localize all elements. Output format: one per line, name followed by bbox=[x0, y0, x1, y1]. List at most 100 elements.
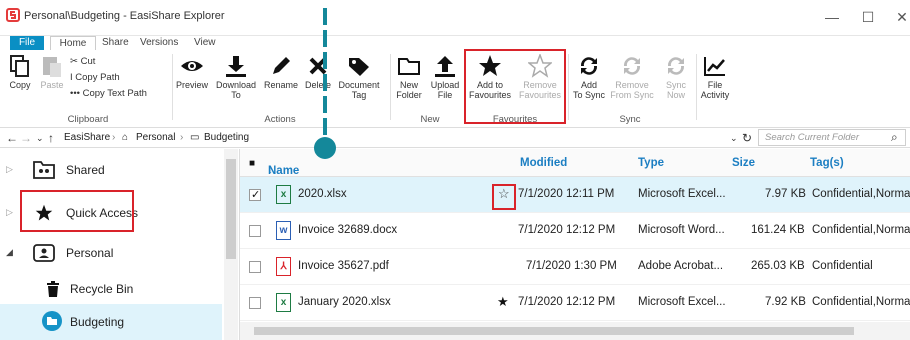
table-row[interactable]: ⅄ Invoice 35627.pdf 7/1/2020 1:30 PM Ado… bbox=[240, 249, 910, 285]
file-name[interactable]: Invoice 32689.docx bbox=[298, 224, 397, 236]
pencil-icon bbox=[273, 57, 290, 74]
download-to-button[interactable]: Download To bbox=[214, 54, 258, 100]
file-size: 7.97 KB bbox=[765, 188, 806, 200]
new-folder-button[interactable]: New Folder bbox=[392, 54, 426, 100]
scrollbar-thumb[interactable] bbox=[226, 159, 236, 259]
search-icon[interactable]: ⌕ bbox=[891, 130, 898, 145]
tab-versions[interactable]: Versions bbox=[140, 36, 178, 50]
breadcrumb-budgeting[interactable]: Budgeting bbox=[204, 132, 249, 143]
tab-file[interactable]: File bbox=[10, 36, 44, 50]
eye-icon bbox=[181, 61, 203, 71]
scrollbar-thumb[interactable] bbox=[254, 327, 854, 335]
row-checkbox[interactable] bbox=[249, 225, 261, 237]
scissors-icon: ✂ bbox=[70, 56, 81, 67]
copy-text-path-button[interactable]: ••• Copy Text Path bbox=[70, 88, 147, 99]
select-all-icon[interactable]: ■ bbox=[249, 158, 255, 169]
file-modified: 7/1/2020 12:12 PM bbox=[518, 296, 616, 308]
file-name[interactable]: January 2020.xlsx bbox=[298, 296, 391, 308]
expand-arrow-icon[interactable]: ▷ bbox=[6, 207, 13, 218]
excel-file-icon: x bbox=[276, 293, 291, 312]
window-title: Personal\Budgeting - EasiShare Explorer bbox=[24, 10, 225, 22]
personal-drive-icon bbox=[33, 244, 55, 262]
breadcrumb-easishare[interactable]: EasiShare bbox=[64, 132, 110, 143]
add-to-sync-button[interactable]: Add To Sync bbox=[570, 54, 608, 100]
file-modified: 7/1/2020 12:12 PM bbox=[518, 224, 616, 236]
word-file-icon: w bbox=[276, 221, 291, 240]
column-type[interactable]: Type bbox=[638, 157, 664, 169]
breadcrumb-separator-icon: › bbox=[180, 132, 184, 143]
breadcrumb-personal[interactable]: Personal bbox=[136, 132, 175, 143]
folder-icon bbox=[398, 58, 420, 75]
tab-home[interactable]: Home bbox=[50, 36, 96, 50]
address-bar: ← → ⌄ ↑ EasiShare › ⌂ Personal › ▭ Budge… bbox=[0, 128, 910, 148]
file-name[interactable]: Invoice 35627.pdf bbox=[298, 260, 389, 272]
ribbon: Copy Paste ✂ Cut I Copy Path ••• Copy Te… bbox=[0, 49, 910, 128]
file-tags: Confidential bbox=[812, 260, 873, 272]
sidebar-item-recycle-bin[interactable]: Recycle Bin bbox=[0, 271, 222, 307]
table-row[interactable]: x 2020.xlsx ☆ 7/1/2020 12:11 PM Microsof… bbox=[240, 177, 910, 213]
row-checkbox[interactable] bbox=[249, 297, 261, 309]
excel-file-icon: x bbox=[276, 185, 291, 204]
minimize-button[interactable]: — bbox=[822, 7, 842, 27]
sidebar-item-shared[interactable]: ▷ Shared bbox=[0, 152, 222, 188]
document-tag-button[interactable]: Document Tag bbox=[338, 54, 380, 100]
address-dropdown-icon[interactable]: ⌄ bbox=[730, 133, 738, 144]
rename-button[interactable]: Rename bbox=[262, 54, 300, 90]
remove-from-sync-button[interactable]: Remove From Sync bbox=[610, 54, 654, 100]
trash-icon bbox=[47, 281, 59, 297]
sidebar-item-personal[interactable]: ◢ Personal bbox=[0, 235, 222, 271]
group-sync: Sync bbox=[619, 114, 641, 125]
table-row[interactable]: x January 2020.xlsx ★ 7/1/2020 12:12 PM … bbox=[240, 285, 910, 321]
paste-icon bbox=[43, 57, 61, 77]
sidebar-item-budgeting[interactable]: Budgeting bbox=[0, 304, 222, 340]
file-tags: Confidential,Normal bbox=[812, 188, 910, 200]
group-actions: Actions bbox=[264, 114, 296, 125]
tab-share[interactable]: Share bbox=[102, 36, 129, 50]
row-checkbox[interactable] bbox=[249, 261, 261, 273]
annotation-dot bbox=[314, 137, 336, 159]
file-size: 161.24 KB bbox=[751, 224, 805, 236]
budgeting-folder-icon bbox=[42, 311, 62, 331]
file-tags: Confidential,Normal bbox=[812, 224, 910, 236]
table-row[interactable]: w Invoice 32689.docx 7/1/2020 12:12 PM M… bbox=[240, 213, 910, 249]
copy-icon bbox=[10, 55, 29, 77]
column-modified[interactable]: Modified bbox=[520, 157, 567, 169]
up-arrow-icon[interactable]: ↑ bbox=[48, 131, 54, 145]
refresh-icon[interactable]: ↻ bbox=[742, 131, 752, 145]
expand-arrow-icon[interactable]: ▷ bbox=[6, 164, 13, 175]
collapse-arrow-icon[interactable]: ◢ bbox=[6, 247, 13, 258]
file-size: 265.03 KB bbox=[751, 260, 805, 272]
file-name[interactable]: 2020.xlsx bbox=[298, 188, 347, 200]
sidebar-scrollbar[interactable] bbox=[224, 149, 238, 340]
close-button[interactable]: ✕ bbox=[892, 7, 910, 27]
search-input[interactable]: Search Current Folder ⌕ bbox=[758, 129, 906, 146]
upload-file-button[interactable]: Upload File bbox=[428, 54, 462, 100]
sync-now-icon bbox=[667, 57, 685, 75]
back-arrow-icon[interactable]: ← bbox=[6, 131, 18, 145]
maximize-button[interactable]: ☐ bbox=[858, 7, 878, 27]
row-checkbox[interactable] bbox=[249, 188, 261, 201]
copy-button[interactable]: Copy bbox=[6, 54, 34, 90]
forward-arrow-icon[interactable]: → bbox=[20, 131, 32, 145]
preview-button[interactable]: Preview bbox=[174, 54, 210, 90]
favourites-highlight-box bbox=[464, 49, 566, 124]
column-size[interactable]: Size bbox=[732, 157, 755, 169]
copy-path-button[interactable]: I Copy Path bbox=[70, 72, 120, 83]
sync-disabled-icon bbox=[623, 57, 641, 75]
cut-button[interactable]: ✂ Cut bbox=[70, 56, 95, 67]
separator bbox=[568, 54, 569, 120]
sync-icon bbox=[580, 57, 598, 75]
column-tags[interactable]: Tag(s) bbox=[810, 157, 844, 169]
sync-now-button[interactable]: Sync Now bbox=[658, 54, 694, 100]
file-activity-button[interactable]: File Activity bbox=[698, 54, 732, 100]
delete-button[interactable]: Delete bbox=[302, 54, 334, 90]
file-list: ■ Name ↓ Modified Type Size Tag(s) x 202… bbox=[240, 149, 910, 340]
separator bbox=[696, 54, 697, 120]
tab-view[interactable]: View bbox=[194, 36, 216, 50]
quick-access-highlight-box bbox=[20, 190, 134, 232]
file-list-scrollbar[interactable] bbox=[240, 322, 910, 340]
paste-button[interactable]: Paste bbox=[38, 54, 66, 90]
chevron-down-icon[interactable]: ⌄ bbox=[36, 133, 44, 144]
star-filled-icon[interactable]: ★ bbox=[497, 294, 509, 310]
file-size: 7.92 KB bbox=[765, 296, 806, 308]
